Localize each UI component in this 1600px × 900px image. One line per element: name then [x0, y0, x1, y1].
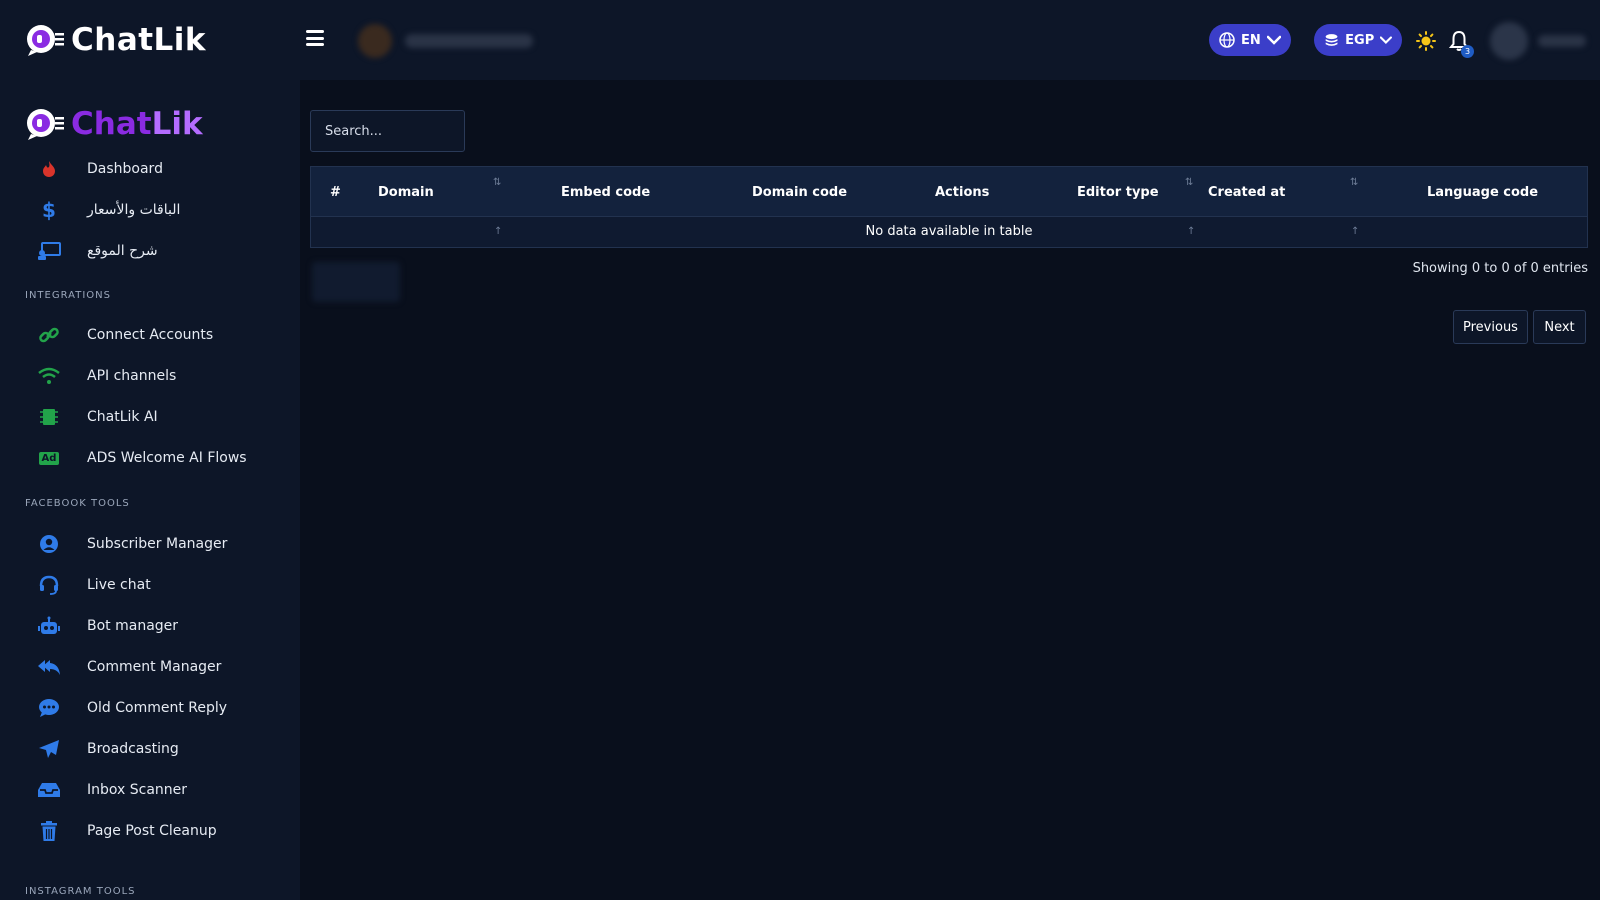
globe-icon — [1219, 32, 1235, 48]
domains-table: # Domain ⇅ Embed code Domain code Action… — [310, 166, 1588, 248]
column-header-embed-code[interactable]: Embed code — [561, 185, 650, 200]
link-icon — [37, 323, 61, 347]
column-header-domain[interactable]: Domain — [378, 185, 434, 200]
column-header-created-at[interactable]: Created at — [1208, 185, 1285, 200]
column-header-language-code[interactable]: Language code — [1427, 185, 1538, 200]
menu-toggle-icon[interactable] — [306, 30, 324, 46]
previous-button[interactable]: Previous — [1453, 310, 1528, 344]
chip-icon — [37, 405, 61, 429]
notification-badge: 3 — [1461, 45, 1474, 58]
column-header-editor-type[interactable]: Editor type — [1077, 185, 1159, 200]
section-label-integrations: INTEGRATIONS — [25, 290, 111, 301]
sidebar-brand[interactable]: ChatLik — [25, 106, 203, 142]
sort-icon[interactable]: ⇅ — [493, 177, 501, 188]
column-header-domain-code[interactable]: Domain code — [752, 185, 847, 200]
sort-indicator-icon: ↑ — [1187, 226, 1196, 237]
brand-name: ChatLik — [71, 22, 207, 58]
chevron-down-icon — [1380, 36, 1392, 45]
comment-dots-icon — [37, 696, 61, 720]
sort-icon[interactable]: ⇅ — [1350, 177, 1358, 188]
language-label: EN — [1241, 32, 1261, 48]
sidebar-item-live-chat[interactable]: Live chat — [0, 565, 300, 605]
page-length-select-blurred[interactable] — [312, 262, 400, 302]
sidebar-item-api-channels[interactable]: API channels — [0, 356, 300, 396]
section-label-instagram: INSTAGRAM TOOLS — [25, 886, 136, 897]
table-header: # Domain ⇅ Embed code Domain code Action… — [311, 167, 1587, 217]
sidebar-item-label: Page Post Cleanup — [87, 823, 217, 839]
sidebar-item-label: Old Comment Reply — [87, 700, 228, 716]
chevron-down-icon — [1266, 35, 1281, 45]
next-button[interactable]: Next — [1533, 310, 1586, 344]
sidebar-item-label: ChatLik AI — [87, 409, 158, 425]
sidebar-item-ads-welcome[interactable]: Ad ADS Welcome AI Flows — [0, 438, 300, 478]
column-header-actions[interactable]: Actions — [935, 185, 989, 200]
sidebar-item-site-guide[interactable]: شرح الموقع — [0, 231, 300, 271]
sidebar-item-bot-manager[interactable]: Bot manager — [0, 606, 300, 646]
chat-logo-icon — [27, 109, 64, 140]
sidebar-brand-part2: Lik — [151, 106, 203, 142]
sidebar-item-broadcasting[interactable]: Broadcasting — [0, 729, 300, 769]
sidebar-item-label: Subscriber Manager — [87, 536, 228, 552]
reply-all-icon — [37, 655, 61, 679]
sidebar-item-label: API channels — [87, 368, 177, 384]
paper-plane-icon — [37, 737, 61, 761]
sidebar-item-chatlik-ai[interactable]: ChatLik AI — [0, 397, 300, 437]
sidebar-item-page-post-cleanup[interactable]: Page Post Cleanup — [0, 811, 300, 851]
section-label-facebook: FACEBOOK TOOLS — [25, 498, 130, 509]
sidebar-item-label: Inbox Scanner — [87, 782, 188, 798]
sidebar-item-comment-manager[interactable]: Comment Manager — [0, 647, 300, 687]
ad-icon: Ad — [37, 446, 61, 470]
sidebar-item-label: Broadcasting — [87, 741, 179, 757]
chat-logo-icon — [27, 25, 64, 56]
sidebar-item-inbox-scanner[interactable]: Inbox Scanner — [0, 770, 300, 810]
user-circle-icon — [37, 532, 61, 556]
fire-icon — [37, 157, 61, 181]
language-selector[interactable]: EN — [1209, 24, 1291, 56]
sidebar-item-old-comment-reply[interactable]: Old Comment Reply — [0, 688, 300, 728]
currency-label: EGP — [1345, 32, 1375, 48]
sort-icon[interactable]: ⇅ — [1185, 177, 1193, 188]
page-avatar[interactable] — [358, 24, 392, 58]
sidebar-item-label: Comment Manager — [87, 659, 222, 675]
search-input[interactable] — [310, 110, 465, 152]
table-info: Showing 0 to 0 of 0 entries — [1412, 261, 1588, 276]
trash-icon — [37, 819, 61, 843]
sidebar-brand-part1: Chat — [71, 106, 152, 142]
sidebar-item-label: الباقات والأسعار — [87, 202, 181, 218]
sidebar-item-label: ADS Welcome AI Flows — [87, 450, 247, 466]
dollar-icon: $ — [42, 198, 56, 222]
wifi-icon — [37, 364, 61, 388]
brand-logo[interactable]: ChatLik — [25, 22, 206, 58]
sun-icon[interactable] — [1416, 31, 1436, 51]
sidebar-item-label: Bot manager — [87, 618, 179, 634]
sidebar-item-label: Connect Accounts — [87, 327, 214, 343]
empty-table-message: No data available in table — [865, 224, 1033, 239]
presentation-icon — [37, 239, 61, 263]
sidebar-item-label: شرح الموقع — [87, 243, 158, 259]
sidebar-item-connect-accounts[interactable]: Connect Accounts — [0, 315, 300, 355]
sidebar: ChatLik Dashboard $ الباقات والأسعار شرح… — [0, 80, 300, 900]
sidebar-item-label: Live chat — [87, 577, 151, 593]
coins-icon — [1325, 34, 1338, 46]
column-header-index[interactable]: # — [330, 185, 341, 200]
user-name-blurred — [1538, 35, 1586, 47]
robot-icon — [37, 614, 61, 638]
sidebar-item-subscriber-manager[interactable]: Subscriber Manager — [0, 524, 300, 564]
headset-icon — [37, 573, 61, 597]
page-name-blurred — [405, 34, 533, 48]
top-bar: ChatLik EN EGP 3 — [0, 0, 1600, 80]
inbox-icon — [37, 778, 61, 802]
sidebar-item-dashboard[interactable]: Dashboard — [0, 149, 300, 189]
table-row-empty: ↑ No data available in table ↑ ↑ — [311, 217, 1587, 247]
sort-indicator-icon: ↑ — [1351, 226, 1360, 237]
currency-selector[interactable]: EGP — [1314, 24, 1402, 56]
user-avatar[interactable] — [1490, 22, 1528, 60]
sidebar-item-pricing[interactable]: $ الباقات والأسعار — [0, 190, 300, 230]
sidebar-item-label: Dashboard — [87, 161, 163, 177]
